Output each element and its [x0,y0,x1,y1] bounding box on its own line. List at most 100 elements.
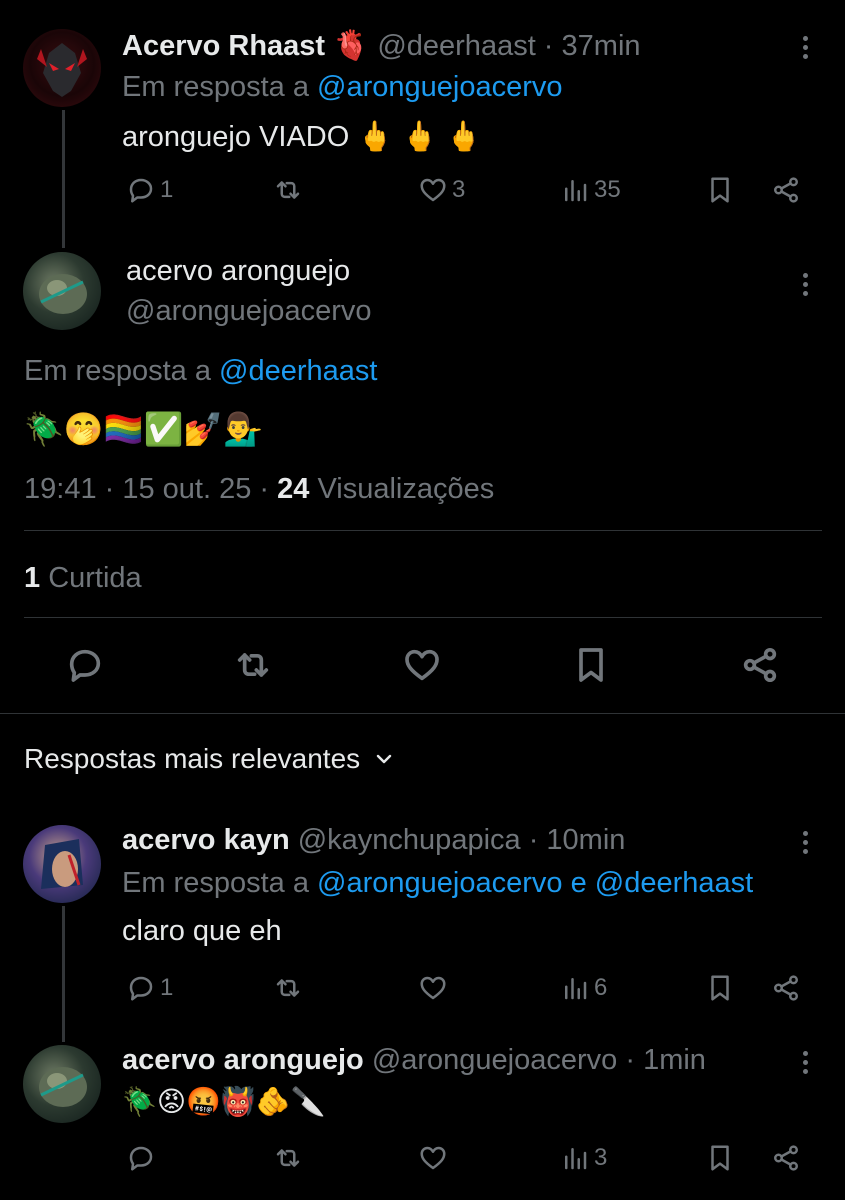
share-button[interactable] [740,645,780,685]
reply-button[interactable] [65,645,105,685]
like-button[interactable]: 3 [418,175,465,205]
divider [24,530,822,531]
sort-replies-button[interactable]: Respostas mais relevantes [24,743,396,775]
share-icon [743,648,777,682]
reply-prefix: Em resposta a [122,867,309,899]
bookmark-button[interactable] [705,1143,735,1173]
badge-emoji: 🫀 [333,28,370,62]
tweet-text: 🪲🤭🏳️‍🌈✅💅💁‍♂️ [24,410,264,448]
views-icon [565,1148,587,1170]
like-button[interactable] [402,645,442,685]
bookmark-button[interactable] [705,973,735,1003]
views-count: 35 [594,176,621,203]
avatar[interactable] [23,825,101,903]
reply-button[interactable]: 1 [126,973,173,1003]
reply-context: Em resposta a @aronguejoacervo [122,71,563,104]
tweet-header: Acervo Rhaast 🫀 @deerhaast · 37min [122,28,641,63]
like-button[interactable] [418,1143,448,1173]
retweet-button[interactable] [233,645,273,685]
views-icon [565,180,587,202]
views-count: 3 [594,1144,608,1171]
reply-to-link[interactable]: @aronguejoacervo [317,71,562,103]
reply-to-link[interactable]: @aronguejoacervo e @deerhaast [317,867,753,899]
avatar[interactable] [23,1045,101,1123]
retweet-button[interactable] [273,973,303,1003]
bookmark-button[interactable] [571,645,611,685]
reply-icon [129,1146,153,1171]
retweet-button[interactable] [273,175,303,205]
views-button[interactable]: 3 [560,1143,607,1173]
views-count: 24 [277,473,310,505]
sort-label: Respostas mais relevantes [24,743,361,774]
handle-time[interactable]: @deerhaast · 37min [377,30,640,62]
like-icon [420,1146,446,1170]
display-name[interactable]: Acervo Rhaast [122,30,325,62]
reply-icon [129,178,153,203]
bookmark-icon [711,1145,729,1171]
retweet-icon [276,1149,300,1167]
reply-prefix: Em resposta a [122,71,309,103]
handle[interactable]: @aronguejoacervo [126,295,371,328]
views-label: Visualizações [317,473,495,505]
display-name[interactable]: acervo aronguejo [122,1044,364,1076]
bookmark-icon [711,975,729,1001]
like-button[interactable] [418,973,448,1003]
tweet-meta: 19:41 · 15 out. 25 · 24 Visualizações [24,473,494,506]
share-button[interactable] [771,1143,801,1173]
likes-summary[interactable]: 1 Curtida [24,562,142,595]
tweet-text: 🪲😡🤬👹🫵🔪 [122,1085,326,1118]
reply-count: 1 [160,176,174,203]
timestamp[interactable]: 19:41 · 15 out. 25 · [24,473,269,505]
share-icon [774,975,798,1001]
avatar[interactable] [23,29,101,107]
thread-line [62,906,65,1042]
handle-time[interactable]: @aronguejoacervo · 1min [372,1044,706,1076]
share-button[interactable] [771,973,801,1003]
more-icon[interactable] [803,273,809,296]
views-button[interactable]: 35 [560,175,621,205]
like-icon [420,976,446,1000]
views-count: 6 [594,974,608,1001]
divider [24,617,822,618]
likes-count: 1 [24,562,41,594]
views-icon [565,978,587,1000]
retweet-button[interactable] [273,1143,303,1173]
section-divider [0,713,845,714]
reply-count: 1 [160,974,174,1001]
retweet-icon [276,979,300,997]
avatar-image [39,274,87,314]
share-icon [774,1145,798,1171]
reply-prefix: Em resposta a [24,355,211,387]
display-name[interactable]: acervo aronguejo [126,255,350,288]
retweet-icon [276,181,300,199]
like-count: 3 [452,176,466,203]
reply-button[interactable]: 1 [126,175,173,205]
bookmark-icon [579,648,603,682]
handle-time[interactable]: @kaynchupapica · 10min [298,824,626,856]
reply-icon [69,649,101,682]
more-icon[interactable] [803,1051,809,1074]
avatar[interactable] [23,252,101,330]
bookmark-icon [711,177,729,203]
reply-button[interactable] [126,1143,156,1173]
bookmark-button[interactable] [705,175,735,205]
reply-icon [129,976,153,1001]
more-icon[interactable] [803,831,809,854]
reply-context: Em resposta a @aronguejoacervo e @deerha… [122,867,753,900]
tweet-header: acervo kayn @kaynchupapica · 10min [122,824,625,857]
avatar-image [39,1067,87,1107]
like-icon [420,178,446,202]
tweet-text: claro que eh [122,915,282,947]
reply-to-link[interactable]: @deerhaast [219,355,377,387]
more-icon[interactable] [803,36,809,59]
thread-line [62,110,65,248]
avatar-image [41,839,83,889]
share-button[interactable] [771,175,801,205]
tweet-text: aronguejo VIADO 🖕 🖕 🖕 [122,121,482,153]
retweet-icon [237,653,269,677]
avatar-image [37,43,87,97]
views-button[interactable]: 6 [560,973,607,1003]
display-name[interactable]: acervo kayn [122,824,290,856]
reply-context: Em resposta a @deerhaast [24,355,377,388]
tweet-header: acervo aronguejo @aronguejoacervo · 1min [122,1044,706,1077]
